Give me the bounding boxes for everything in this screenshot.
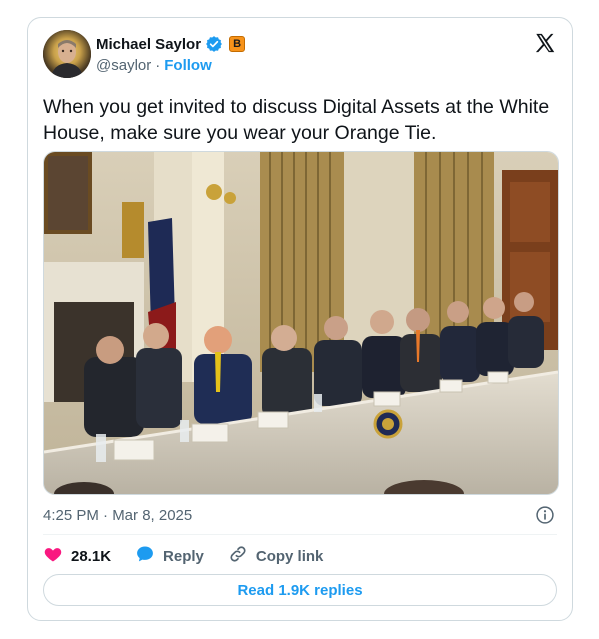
divider <box>43 534 557 535</box>
avatar[interactable] <box>43 30 91 78</box>
reply-bubble-icon <box>135 544 155 568</box>
like-count: 28.1K <box>71 547 112 565</box>
author-name-row: Michael Saylor B <box>96 35 246 53</box>
tweet-timestamp[interactable]: 4:25 PM · Mar 8, 2025 <box>43 507 192 524</box>
handle-row: @saylor · Follow <box>96 57 212 74</box>
read-replies-button[interactable]: Read 1.9K replies <box>43 574 557 606</box>
bitcoin-badge-icon[interactable]: B <box>229 36 246 52</box>
author-handle[interactable]: @saylor <box>96 57 151 74</box>
separator-dot: · <box>155 57 161 74</box>
heart-icon <box>43 544 63 568</box>
link-icon <box>228 544 248 568</box>
copy-link-label: Copy link <box>255 547 324 565</box>
info-icon[interactable] <box>535 505 555 525</box>
x-logo-icon[interactable] <box>534 32 556 54</box>
tweet-photo[interactable] <box>43 151 559 495</box>
tweet-text: When you get invited to discuss Digital … <box>43 96 550 144</box>
follow-button[interactable]: Follow <box>164 57 212 74</box>
reply-label: Reply <box>163 547 204 565</box>
verified-badge-icon[interactable] <box>205 35 223 53</box>
action-bar: 28.1K Reply Copy link <box>43 544 347 568</box>
author-name[interactable]: Michael Saylor <box>96 36 201 53</box>
tweet-card: Michael Saylor B @saylor · Follow When y… <box>27 17 573 621</box>
copy-link-button[interactable]: Copy link <box>228 544 324 568</box>
reply-button[interactable]: Reply <box>135 544 204 568</box>
like-button[interactable]: 28.1K <box>43 544 111 568</box>
